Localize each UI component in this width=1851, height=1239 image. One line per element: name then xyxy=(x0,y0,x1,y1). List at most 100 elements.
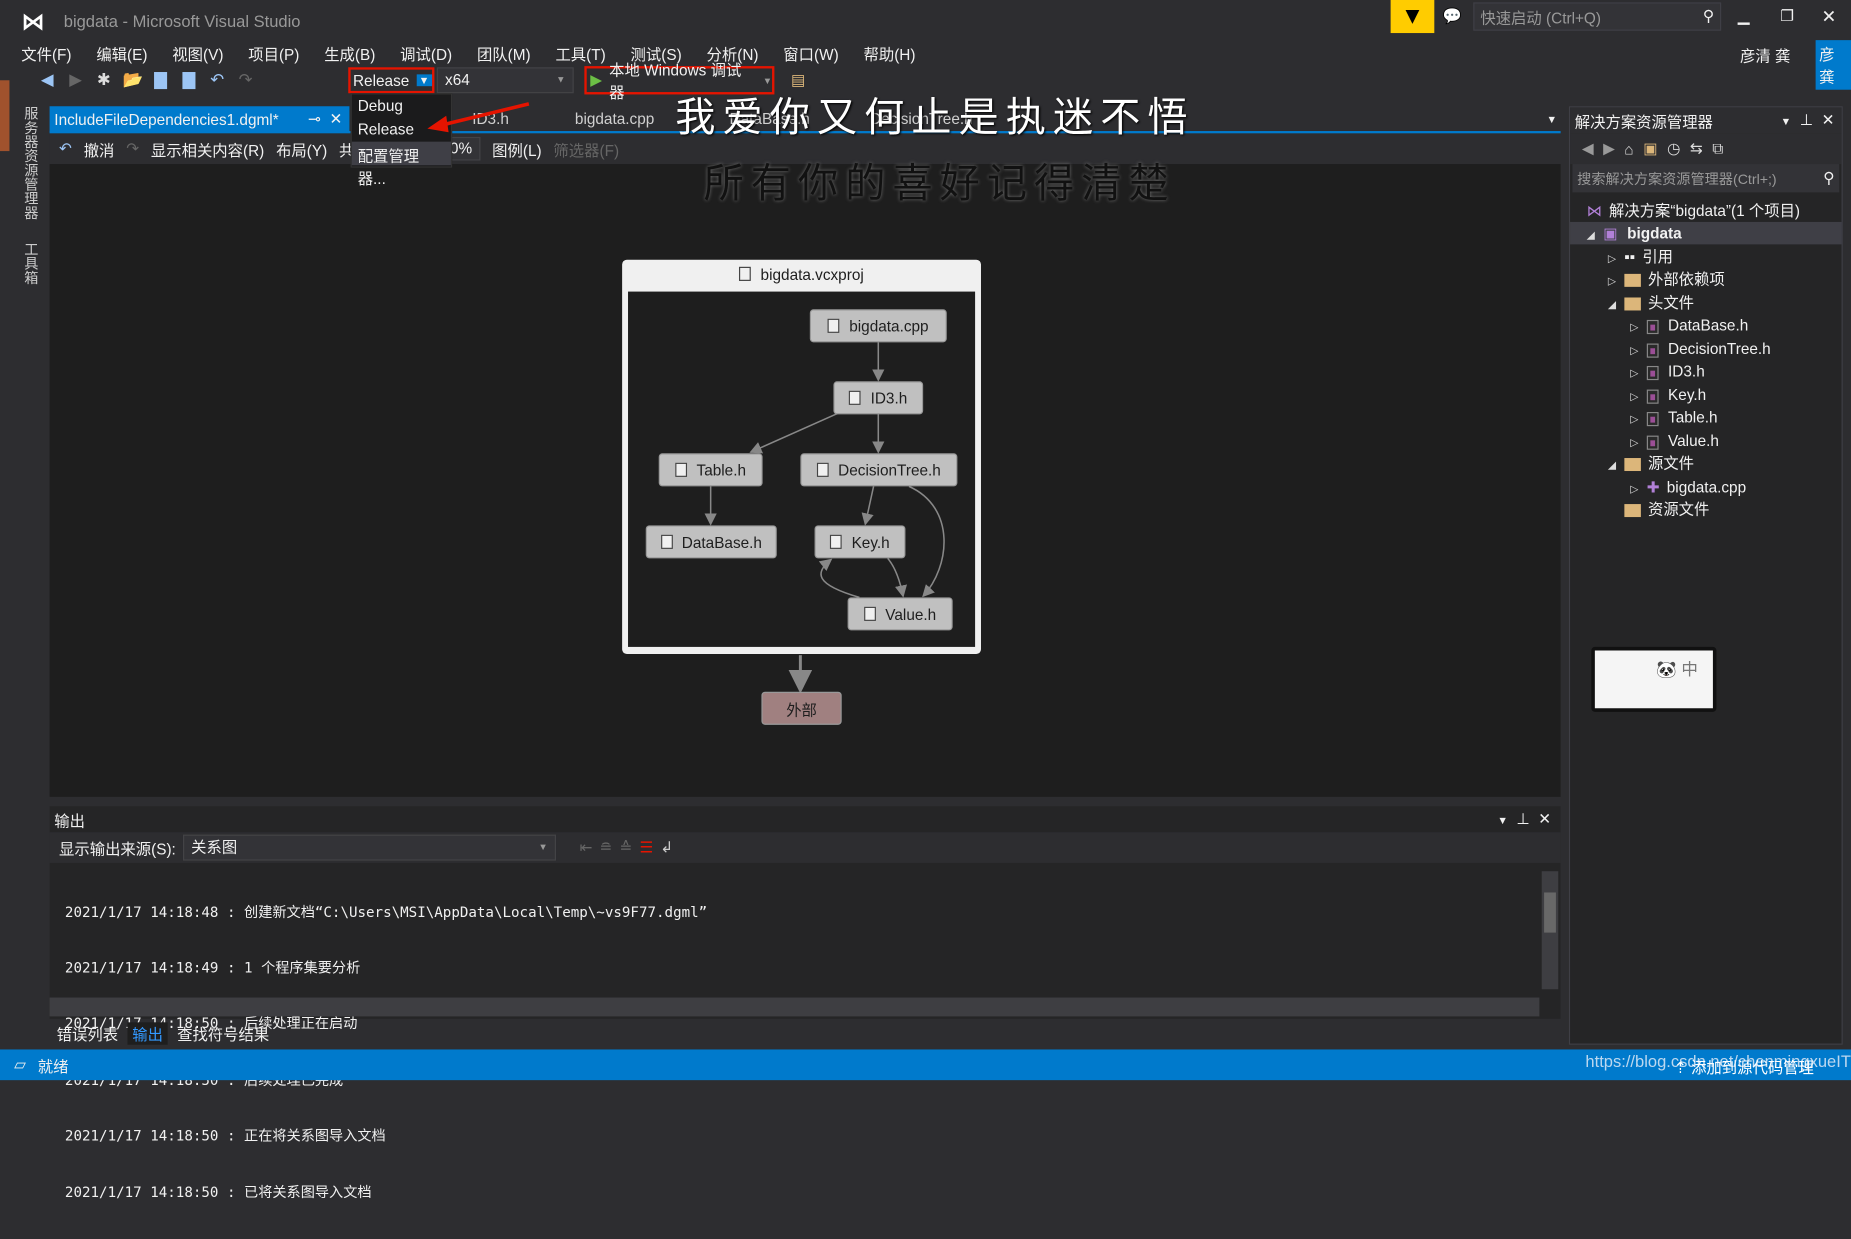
expanded-icon: ◢ xyxy=(1607,298,1617,311)
status-text: 就绪 xyxy=(37,1057,69,1075)
option-configuration-manager[interactable]: 配置管理器... xyxy=(351,141,451,188)
tree-file[interactable]: ▷ Key.h xyxy=(1630,384,1706,406)
tree-source-files[interactable]: ◢ 源文件 xyxy=(1608,452,1694,474)
solution-explorer-title: 解决方案资源管理器 xyxy=(1574,112,1713,131)
source-control-label: 添加到源代码管理 xyxy=(1691,1058,1814,1077)
tab-output[interactable]: 输出 xyxy=(127,1021,168,1045)
tree-label: 头文件 xyxy=(1647,293,1695,312)
file-icon xyxy=(660,534,673,549)
tree-resource-files[interactable]: 资源文件 xyxy=(1624,498,1709,520)
tree-label: 源文件 xyxy=(1647,454,1695,473)
pin-icon[interactable]: ⊥ xyxy=(1800,111,1813,129)
tree-label: Key.h xyxy=(1668,386,1707,404)
chevron-down-icon: ▼ xyxy=(538,841,548,853)
tab-find-symbol-results[interactable]: 查找符号结果 xyxy=(175,1022,272,1044)
tree-header-files[interactable]: ◢ 头文件 xyxy=(1608,292,1694,314)
node-label: DecisionTree.h xyxy=(838,460,941,479)
edge-decisiontree-key xyxy=(861,486,875,526)
next-message-icon[interactable]: ≙ xyxy=(619,838,632,857)
collapsed-icon: ▷ xyxy=(1630,321,1639,333)
dropdown-icon[interactable]: ▼ xyxy=(1781,116,1792,128)
sync-icon[interactable]: ⇆ xyxy=(1690,139,1703,158)
tree-external-deps[interactable]: ▷ 外部依赖项 xyxy=(1608,268,1725,290)
tab-error-list[interactable]: 错误列表 xyxy=(54,1022,120,1044)
edge-decisiontree-value xyxy=(908,485,945,598)
horizontal-scrollbar[interactable] xyxy=(49,997,1540,1017)
edge-id3-table xyxy=(749,412,839,454)
file-icon xyxy=(827,318,840,333)
vertical-scrollbar[interactable] xyxy=(1541,871,1559,990)
tree-references[interactable]: ▷ ▪▪ 引用 xyxy=(1608,246,1673,268)
folder-icon xyxy=(1624,273,1641,287)
pending-changes-icon[interactable]: ◷ xyxy=(1667,139,1680,158)
output-source-value: 关系图 xyxy=(191,838,238,856)
node-external[interactable]: 外部 xyxy=(761,691,842,725)
add-to-source-control-button[interactable]: ⇡ 添加到源代码管理 xyxy=(1674,1055,1814,1077)
tree-label: 解决方案“bigdata”(1 个项目) xyxy=(1609,201,1801,220)
node-label: Value.h xyxy=(885,605,937,623)
node-key-h[interactable]: Key.h xyxy=(814,525,906,559)
tree-label: 外部依赖项 xyxy=(1647,270,1725,289)
edge-value-key xyxy=(818,558,860,599)
goto-line-icon[interactable]: ⇤ xyxy=(580,838,593,857)
word-wrap-icon[interactable]: ↲ xyxy=(660,838,673,857)
solution-search-input[interactable]: 搜索解决方案资源管理器(Ctrl+;) ⚲ xyxy=(1572,164,1840,193)
header-file-icon xyxy=(1646,411,1659,426)
output-line: 2021/1/17 14:18:50 : 正在将关系图导入文档 xyxy=(64,1127,386,1145)
red-arrow-annotation xyxy=(427,102,530,133)
header-file-icon xyxy=(1646,319,1659,334)
tree-label: DataBase.h xyxy=(1668,316,1749,335)
tree-file[interactable]: ▷ ID3.h xyxy=(1630,360,1704,382)
collapsed-icon: ▷ xyxy=(1630,390,1639,403)
references-icon: ▪▪ xyxy=(1624,247,1636,266)
folder-icon xyxy=(1624,504,1641,518)
header-file-icon xyxy=(1646,435,1659,450)
pin-icon[interactable]: ⊥ xyxy=(1516,810,1529,828)
collapsed-icon: ▷ xyxy=(1630,413,1639,425)
file-icon xyxy=(864,606,876,621)
tree-file[interactable]: ▷ ✚ bigdata.cpp xyxy=(1630,476,1746,498)
close-icon[interactable]: ✕ xyxy=(1538,810,1551,828)
file-icon xyxy=(849,390,862,405)
forward-icon[interactable]: ▶ xyxy=(1603,139,1615,158)
tree-solution[interactable]: ⋈ 解决方案“bigdata”(1 个项目) xyxy=(1587,200,1800,222)
switch-views-icon[interactable]: ▣ xyxy=(1643,139,1658,158)
overlay-text-2: 所有你的喜好记得清楚 xyxy=(703,160,1176,208)
collapse-all-icon[interactable]: ⧉ xyxy=(1712,139,1723,158)
collapsed-icon: ▷ xyxy=(1630,482,1639,495)
tree-label: bigdata xyxy=(1627,224,1682,243)
node-database-h[interactable]: DataBase.h xyxy=(645,525,777,559)
home-icon[interactable]: ⌂ xyxy=(1624,140,1633,158)
node-decisiontree-h[interactable]: DecisionTree.h xyxy=(800,453,958,487)
output-title: 输出 xyxy=(54,811,86,830)
node-id3-h[interactable]: ID3.h xyxy=(833,381,924,415)
node-label: Table.h xyxy=(696,460,747,479)
tree-file[interactable]: ▷ DecisionTree.h xyxy=(1630,338,1770,360)
close-icon[interactable]: ✕ xyxy=(1822,111,1835,129)
previous-message-icon[interactable]: ≘ xyxy=(600,838,613,857)
back-icon[interactable]: ◀ xyxy=(1582,139,1594,158)
tree-file[interactable]: ▷ DataBase.h xyxy=(1630,314,1748,336)
node-table-h[interactable]: Table.h xyxy=(658,453,763,487)
dropdown-icon[interactable]: ▼ xyxy=(1497,815,1508,827)
output-line: 2021/1/17 14:18:48 : 创建新文档“C:\Users\MSI\… xyxy=(64,903,708,921)
tree-file[interactable]: ▷ Table.h xyxy=(1630,406,1717,428)
tree-label: DecisionTree.h xyxy=(1668,339,1771,358)
tree-file[interactable]: ▷ Value.h xyxy=(1630,430,1719,452)
visual-studio-window: ⋈ bigdata - Microsoft Visual Studio ▼ 💬 … xyxy=(0,0,1851,1200)
clear-all-icon[interactable]: ☰ xyxy=(639,838,653,857)
output-line: 2021/1/17 14:18:50 : 已将关系图导入文档 xyxy=(64,1183,372,1201)
output-source-select[interactable]: 关系图 ▼ xyxy=(182,834,556,861)
collapsed-icon: ▷ xyxy=(1607,252,1617,265)
collapsed-icon: ▷ xyxy=(1630,344,1639,357)
search-placeholder: 搜索解决方案资源管理器(Ctrl+;) xyxy=(1577,170,1777,188)
node-value-h[interactable]: Value.h xyxy=(847,597,953,631)
file-icon xyxy=(830,534,843,549)
collapsed-icon: ▷ xyxy=(1607,275,1617,287)
node-bigdata-cpp[interactable]: bigdata.cpp xyxy=(809,309,947,343)
panda-sticker-image: 🐼 中 xyxy=(1591,646,1717,712)
output-source-label: 显示输出来源(S): xyxy=(59,839,176,858)
header-file-icon xyxy=(1646,365,1659,380)
tree-project[interactable]: ◢ ▣ bigdata xyxy=(1570,221,1842,245)
collapsed-icon: ▷ xyxy=(1630,367,1639,379)
